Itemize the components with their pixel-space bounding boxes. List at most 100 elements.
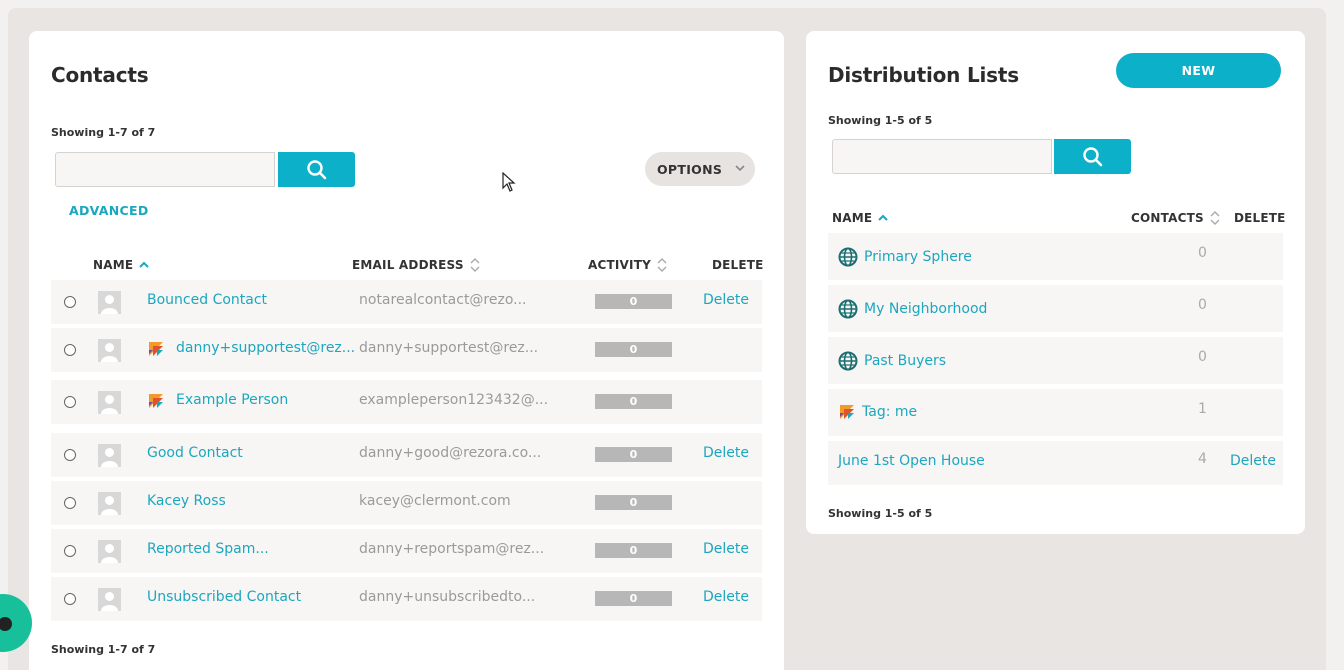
contacts-search-input[interactable] bbox=[55, 152, 275, 187]
distribution-list-row: Past Buyers 0 bbox=[828, 337, 1283, 384]
column-header-delete-label: DELETE bbox=[712, 258, 764, 272]
sort-icon bbox=[657, 258, 667, 272]
distribution-list-count: 0 bbox=[1198, 245, 1207, 261]
delete-contact-link[interactable]: Delete bbox=[703, 541, 749, 557]
contact-row: Good Contact danny+good@rezora.co... 0 Dele… bbox=[51, 433, 762, 477]
rezora-icon bbox=[147, 392, 165, 410]
lists-column-header-name-label: NAME bbox=[832, 211, 873, 225]
rezora-icon bbox=[147, 340, 165, 358]
row-select-radio[interactable] bbox=[64, 497, 76, 509]
lists-search-button[interactable] bbox=[1054, 139, 1131, 174]
contact-row: Bounced Contact notarealcontact@rezo... 0 D… bbox=[51, 280, 762, 324]
globe-icon bbox=[838, 247, 858, 267]
avatar bbox=[98, 391, 121, 414]
distribution-list-row: My Neighborhood 0 bbox=[828, 285, 1283, 332]
distribution-list-name[interactable]: Primary Sphere bbox=[838, 247, 972, 267]
contact-name-link[interactable]: danny+supportest@rez... bbox=[176, 340, 355, 356]
distribution-list-count: 1 bbox=[1198, 401, 1207, 417]
activity-bar: 0 bbox=[595, 591, 672, 606]
contact-row: Kacey Ross kacey@clermont.com 0 bbox=[51, 481, 762, 525]
contacts-search-button[interactable] bbox=[278, 152, 355, 187]
lists-column-header-name[interactable]: NAME bbox=[832, 211, 888, 225]
globe-icon bbox=[838, 299, 858, 319]
lists-showing-top: Showing 1-5 of 5 bbox=[828, 114, 933, 127]
distribution-list-count: 4 bbox=[1198, 451, 1207, 467]
lists-showing-bottom: Showing 1-5 of 5 bbox=[828, 507, 933, 520]
row-select-radio[interactable] bbox=[64, 344, 76, 356]
row-select-radio[interactable] bbox=[64, 593, 76, 605]
row-select-radio[interactable] bbox=[64, 449, 76, 461]
distribution-list-name-label: Primary Sphere bbox=[864, 249, 972, 265]
row-select-radio[interactable] bbox=[64, 396, 76, 408]
distribution-list-name-label: Tag: me bbox=[862, 404, 918, 420]
column-header-name[interactable]: NAME bbox=[93, 258, 149, 272]
distribution-list-row: Tag: me 1 bbox=[828, 389, 1283, 436]
distribution-lists-title: Distribution Lists bbox=[828, 63, 1019, 87]
advanced-search-link[interactable]: ADVANCED bbox=[69, 203, 149, 218]
contact-name-link[interactable]: Example Person bbox=[176, 392, 288, 408]
contact-name-link[interactable]: Reported Spam... bbox=[147, 541, 269, 557]
options-dropdown[interactable]: OPTIONS bbox=[645, 152, 755, 186]
distribution-list-name-label: Past Buyers bbox=[864, 353, 947, 369]
mouse-cursor-icon bbox=[502, 172, 516, 192]
distribution-list-name[interactable]: My Neighborhood bbox=[838, 299, 987, 319]
distribution-list-name[interactable]: Past Buyers bbox=[838, 351, 946, 371]
contact-row: Reported Spam... danny+reportspam@rez... 0… bbox=[51, 529, 762, 573]
avatar bbox=[98, 588, 121, 611]
sort-icon bbox=[1210, 211, 1220, 225]
contacts-showing-top: Showing 1-7 of 7 bbox=[51, 126, 156, 139]
distribution-list-name[interactable]: Tag: me bbox=[838, 403, 917, 421]
globe-icon bbox=[838, 351, 858, 371]
sort-ascending-icon bbox=[878, 214, 888, 221]
distribution-list-name[interactable]: June 1st Open House bbox=[838, 453, 985, 469]
contact-email: kacey@clermont.com bbox=[359, 493, 511, 509]
delete-contact-link[interactable]: Delete bbox=[703, 445, 749, 461]
contact-name-link[interactable]: Bounced Contact bbox=[147, 292, 267, 308]
row-select-radio[interactable] bbox=[64, 296, 76, 308]
contacts-showing-bottom: Showing 1-7 of 7 bbox=[51, 643, 156, 656]
lists-search-input[interactable] bbox=[832, 139, 1052, 174]
lists-column-header-delete-label: DELETE bbox=[1234, 211, 1286, 225]
row-select-radio[interactable] bbox=[64, 545, 76, 557]
avatar bbox=[98, 291, 121, 314]
options-label: OPTIONS bbox=[657, 161, 723, 177]
delete-list-link[interactable]: Delete bbox=[1230, 453, 1276, 469]
column-header-email[interactable]: EMAIL ADDRESS bbox=[352, 258, 480, 272]
distribution-list-count: 0 bbox=[1198, 297, 1207, 313]
contact-row: Unsubscribed Contact danny+unsubscribedto… bbox=[51, 577, 762, 621]
rezora-tag-icon bbox=[838, 403, 856, 421]
activity-bar: 0 bbox=[595, 342, 672, 357]
avatar bbox=[98, 540, 121, 563]
distribution-list-name-label: My Neighborhood bbox=[864, 301, 988, 317]
column-header-name-label: NAME bbox=[93, 258, 134, 272]
lists-column-header-delete: DELETE bbox=[1234, 211, 1286, 225]
lists-column-header-contacts[interactable]: CONTACTS bbox=[1131, 211, 1220, 225]
distribution-list-row: June 1st Open House 4 Delete bbox=[828, 441, 1283, 485]
contacts-panel: Contacts Showing 1-7 of 7 ADVANCED OPTIO… bbox=[29, 31, 784, 670]
new-list-button[interactable]: NEW bbox=[1116, 53, 1281, 88]
contact-email: danny+reportspam@rez... bbox=[359, 541, 545, 557]
activity-bar: 0 bbox=[595, 447, 672, 462]
activity-bar: 0 bbox=[595, 495, 672, 510]
avatar bbox=[98, 339, 121, 362]
contact-name-link[interactable]: Kacey Ross bbox=[147, 493, 226, 509]
search-icon bbox=[306, 159, 326, 179]
distribution-list-row: Primary Sphere 0 bbox=[828, 233, 1283, 280]
chat-icon bbox=[0, 617, 12, 631]
column-header-activity[interactable]: ACTIVITY bbox=[588, 258, 667, 272]
search-icon bbox=[1082, 146, 1102, 166]
column-header-email-label: EMAIL ADDRESS bbox=[352, 258, 464, 272]
activity-bar: 0 bbox=[595, 543, 672, 558]
contact-email: danny+good@rezora.co... bbox=[359, 445, 542, 461]
avatar bbox=[98, 492, 121, 515]
contact-name-link[interactable]: Unsubscribed Contact bbox=[147, 589, 301, 605]
contact-name-link[interactable]: Good Contact bbox=[147, 445, 243, 461]
contact-row: danny+supportest@rez... danny+supportest@… bbox=[51, 328, 762, 372]
column-header-delete: DELETE bbox=[712, 258, 764, 272]
contact-email: exampleperson123432@... bbox=[359, 392, 549, 408]
delete-contact-link[interactable]: Delete bbox=[703, 589, 749, 605]
delete-contact-link[interactable]: Delete bbox=[703, 292, 749, 308]
contact-email: danny+unsubscribedto... bbox=[359, 589, 536, 605]
lists-column-header-contacts-label: CONTACTS bbox=[1131, 211, 1204, 225]
activity-bar: 0 bbox=[595, 294, 672, 309]
